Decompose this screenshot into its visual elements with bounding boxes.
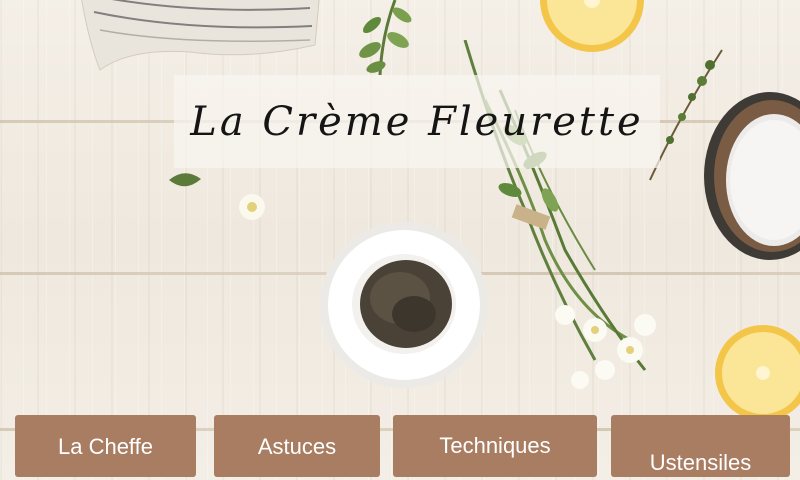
nav-button-la-cheffe[interactable]: La Cheffe	[15, 415, 196, 477]
title-banner: La Crème Fleurette	[174, 75, 660, 168]
lemon-slice-icon	[715, 325, 800, 420]
chamomile-flower-icon	[239, 194, 265, 220]
salt-bowl-icon	[704, 92, 800, 260]
app-screen: La Crème Fleurette La Cheffe Astuces Tec…	[0, 0, 800, 480]
nav-button-techniques[interactable]: Techniques	[393, 415, 597, 477]
nav-button-astuces[interactable]: Astuces	[214, 415, 380, 477]
nav-button-ustensiles[interactable]: Ustensiles	[611, 415, 790, 477]
herb-sprig-icon	[359, 0, 412, 76]
nav-button-label: Techniques	[439, 433, 551, 458]
nav-button-label: La Cheffe	[57, 434, 153, 459]
nav-button-label: Astuces	[257, 434, 337, 459]
nav-button-label: Ustensiles	[649, 450, 752, 475]
page-title: La Crème Fleurette	[190, 98, 644, 145]
herb-leaf-icon	[169, 173, 201, 187]
